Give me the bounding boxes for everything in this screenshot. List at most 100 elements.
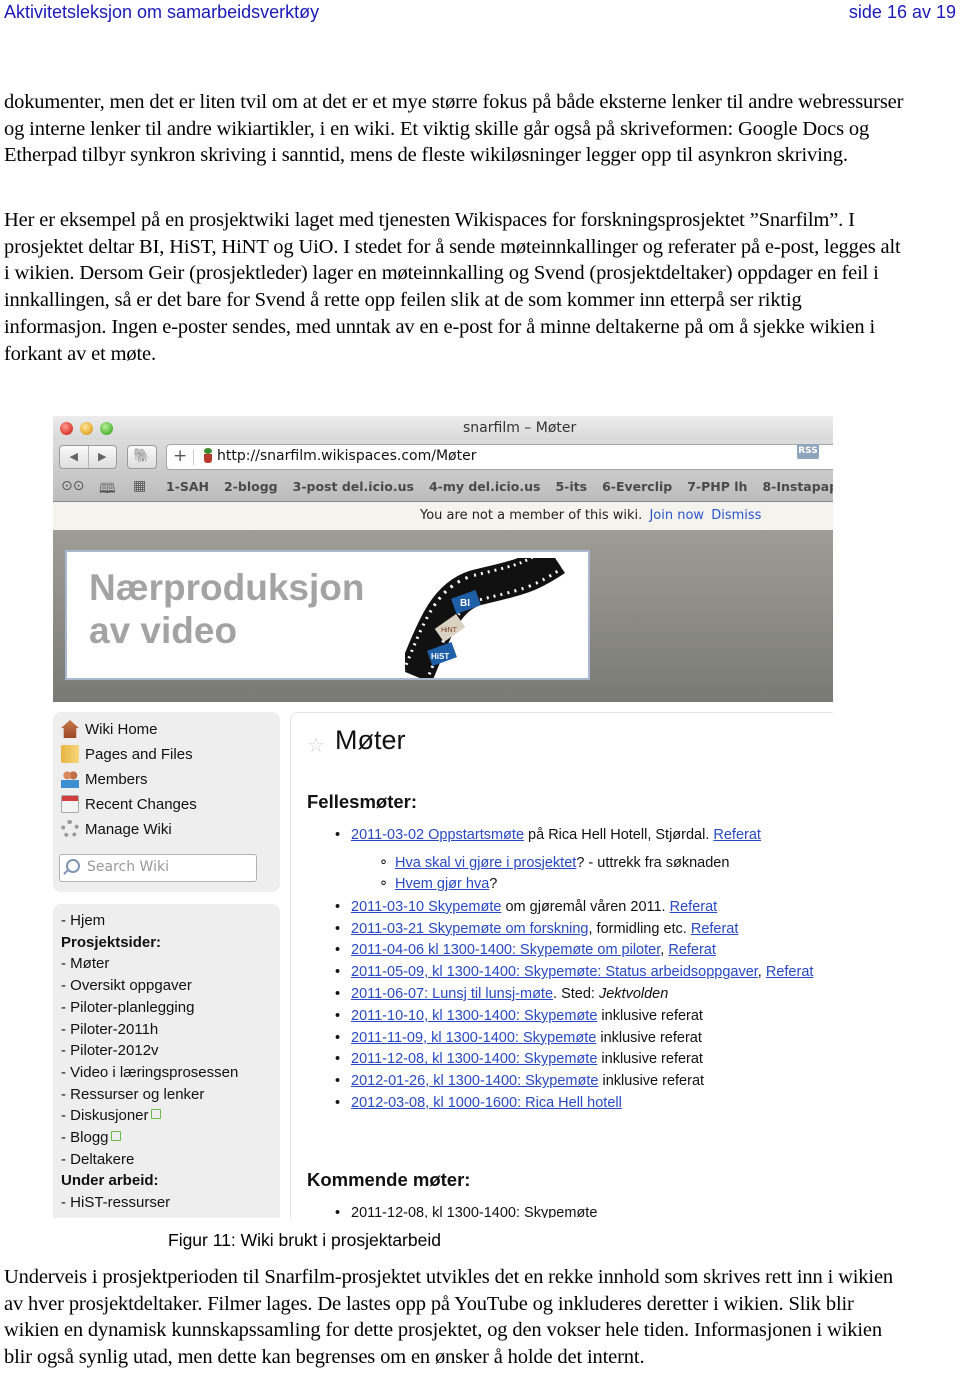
- join-now-link[interactable]: Join now: [649, 508, 704, 523]
- meeting-link[interactable]: 2011-06-07: Lunsj til lunsj-møte: [351, 986, 553, 1002]
- back-icon[interactable]: ◀: [60, 446, 88, 468]
- wiki-nav-panel: Wiki Home Pages and Files Members Recent…: [53, 712, 280, 892]
- wiki-header-area: Nærproduksjon av video BI HiNT HiST: [53, 530, 833, 702]
- nav-pages-and-files[interactable]: Pages and Files: [61, 743, 193, 765]
- meeting-link[interactable]: Hvem gjør hva: [395, 876, 489, 892]
- project-nav-link[interactable]: - Piloter-planlegging: [61, 999, 194, 1016]
- nav-line-text: Under arbeid:: [61, 1172, 159, 1190]
- meeting-link[interactable]: 2012-03-08, kl 1000-1600: Rica Hell hote…: [351, 1095, 622, 1111]
- bookmark-item[interactable]: 3-post del.icio.us: [293, 479, 414, 494]
- project-nav-link[interactable]: - Piloter-2012v: [61, 1042, 159, 1059]
- membership-notice: You are not a member of this wiki. Join …: [53, 502, 833, 530]
- project-nav-link[interactable]: - Hjem: [61, 912, 105, 929]
- project-nav-link[interactable]: - Video i læringsprosessen: [61, 1064, 238, 1081]
- project-nav-link[interactable]: - Ressurser og lenker: [61, 1086, 204, 1103]
- meeting-description: ?: [489, 876, 498, 893]
- meeting-description: ? - uttrekk fra søknaden: [576, 854, 730, 871]
- url-text[interactable]: http://snarfilm.wikispaces.com/Møter: [217, 448, 476, 464]
- address-bar[interactable]: + http://snarfilm.wikispaces.com/Møter: [166, 444, 833, 470]
- meeting-description: ,: [757, 964, 766, 981]
- meeting-item: 2011-04-06 kl 1300-1400: Skypemøte om pi…: [335, 942, 716, 958]
- meeting-description: , formidling etc.: [588, 920, 691, 937]
- meeting-item: 2011-05-09, kl 1300-1400: Skypemøte: Sta…: [335, 964, 814, 981]
- referat-link[interactable]: Referat: [670, 899, 718, 915]
- meeting-item: 2011-10-10, kl 1300-1400: Skypemøte inkl…: [335, 1008, 703, 1024]
- meeting-link[interactable]: 2012-01-26, kl 1300-1400: Skypemøte: [351, 1073, 598, 1089]
- meeting-link[interactable]: 2011-11-09, kl 1300-1400: Skypemøte: [351, 1030, 596, 1046]
- referat-link[interactable]: Referat: [713, 827, 761, 843]
- banner-line-2: av video: [89, 610, 238, 651]
- search-wiki-input[interactable]: Search Wiki: [59, 854, 257, 882]
- meeting-item: 2011-03-21 Skypemøte om forskning, formi…: [335, 920, 739, 937]
- project-nav-link[interactable]: - HiST-ressurser: [61, 1194, 170, 1211]
- add-bookmark-icon[interactable]: +: [173, 446, 187, 466]
- nav-wiki-home[interactable]: Wiki Home: [61, 718, 158, 740]
- nav-label: Members: [85, 770, 148, 788]
- bookmark-item[interactable]: 8-Instapap: [762, 479, 833, 494]
- project-nav-link[interactable]: - Deltakere: [61, 1151, 134, 1168]
- page-header: Aktivitetsleksjon om samarbeidsverktøy s…: [0, 0, 960, 30]
- dismiss-link[interactable]: Dismiss: [711, 508, 761, 523]
- top-sites-icon[interactable]: ▦: [133, 478, 146, 494]
- meeting-link[interactable]: 2011-03-21 Skypemøte om forskning: [351, 921, 589, 937]
- reading-list-icon[interactable]: ⊙⊙: [61, 478, 84, 494]
- referat-link[interactable]: Referat: [691, 921, 739, 937]
- upcoming-meeting-item: 2011-12-08, kl 1300-1400: Skypemøte: [335, 1205, 597, 1218]
- meeting-link[interactable]: 2011-04-06 kl 1300-1400: Skypemøte om pi…: [351, 942, 660, 958]
- bookmark-item[interactable]: 1-SAH: [166, 479, 209, 494]
- calendar-icon: [61, 795, 79, 813]
- meeting-link[interactable]: Hva skal vi gjøre i prosjektet: [395, 855, 576, 871]
- nav-line-text: - Piloter-2012v: [61, 1042, 159, 1060]
- forward-icon[interactable]: ▶: [87, 446, 117, 468]
- referat-link[interactable]: Referat: [766, 964, 814, 980]
- favorite-star-icon[interactable]: ☆: [307, 733, 325, 758]
- project-nav-link[interactable]: - Blogg: [61, 1129, 121, 1146]
- document-title: Aktivitetsleksjon om samarbeidsverktøy: [4, 2, 320, 22]
- bookmark-item[interactable]: 5-its: [555, 479, 587, 494]
- nav-line-text: - Deltakere: [61, 1150, 135, 1168]
- nav-line-text: - Ressurser og lenker: [61, 1085, 205, 1103]
- meeting-item: 2011-11-09, kl 1300-1400: Skypemøte inkl…: [335, 1029, 702, 1046]
- meeting-link[interactable]: 2011-12-08, kl 1300-1400: Skypemøte: [351, 1051, 597, 1067]
- nav-section-heading: Under arbeid:: [61, 1172, 159, 1189]
- meeting-item: 2012-03-08, kl 1000-1600: Rica Hell hote…: [335, 1095, 622, 1111]
- nav-line-text: Prosjektsider:: [61, 933, 162, 951]
- meeting-item: 2011-06-07: Lunsj til lunsj-møte. Sted: …: [335, 986, 668, 1002]
- film-label-hint: HiNT: [441, 627, 458, 634]
- search-icon: [66, 859, 80, 873]
- bookmarks-icon[interactable]: 🕮: [99, 478, 116, 502]
- bookmark-item[interactable]: 2-blogg: [224, 479, 278, 494]
- home-icon: [61, 720, 79, 738]
- meeting-link[interactable]: 2011-05-09, kl 1300-1400: Skypemøte: Sta…: [351, 964, 758, 980]
- nav-manage-wiki[interactable]: Manage Wiki: [61, 818, 172, 840]
- nav-label: Wiki Home: [85, 720, 158, 738]
- project-nav-link[interactable]: - Piloter-2011h: [61, 1021, 158, 1038]
- sub-meeting-item: Hvem gjør hva?: [379, 875, 498, 893]
- bookmark-item[interactable]: 7-PHP lh: [687, 479, 747, 494]
- gear-icon: [61, 820, 79, 838]
- nav-recent-changes[interactable]: Recent Changes: [61, 793, 197, 815]
- meeting-description: . Sted:: [553, 986, 599, 1002]
- search-placeholder: Search Wiki: [87, 859, 169, 875]
- bookmark-item[interactable]: 6-Everclip: [602, 479, 672, 494]
- meeting-link[interactable]: 2011-03-02 Oppstartsmøte: [351, 827, 524, 843]
- evernote-button[interactable]: 🐘: [127, 445, 157, 469]
- meeting-link[interactable]: 2011-03-10 Skypemøte: [351, 899, 501, 915]
- project-nav-link[interactable]: - Møter: [61, 955, 109, 972]
- wiki-banner[interactable]: Nærproduksjon av video BI HiNT HiST: [65, 550, 590, 680]
- banner-title: Nærproduksjon av video: [89, 566, 364, 652]
- project-nav-link[interactable]: - Oversikt oppgaver: [61, 977, 192, 994]
- bookmark-item[interactable]: 4-my del.icio.us: [429, 479, 541, 494]
- meeting-link[interactable]: 2011-10-10, kl 1300-1400: Skypemøte: [351, 1008, 597, 1024]
- fellesmoter-heading: Fellesmøter:: [307, 791, 418, 812]
- external-link-icon: [110, 1131, 121, 1141]
- rss-button[interactable]: RSS: [797, 444, 819, 459]
- nav-members[interactable]: Members: [61, 768, 148, 790]
- paragraph-intro: dokumenter, men det er liten tvil om at …: [4, 91, 904, 167]
- referat-link[interactable]: Referat: [668, 942, 716, 958]
- meeting-item: 2011-12-08, kl 1300-1400: Skypemøte inkl…: [335, 1051, 703, 1067]
- meeting-item: 2011-03-02 Oppstartsmøte på Rica Hell Ho…: [335, 827, 761, 843]
- meeting-description: inklusive referat: [596, 1029, 702, 1046]
- nav-line-text: - Video i læringsprosessen: [61, 1063, 239, 1081]
- project-nav-link[interactable]: - Diskusjoner: [61, 1107, 161, 1124]
